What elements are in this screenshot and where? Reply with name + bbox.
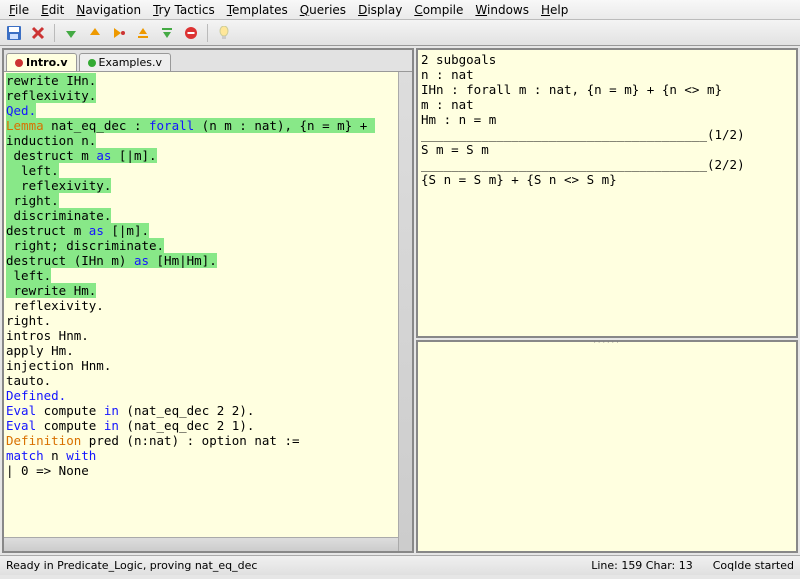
goto-icon[interactable] [109, 23, 129, 43]
goal-line: ______________________________________(2… [421, 157, 793, 172]
tab-label: Intro.v [26, 56, 68, 69]
code-line: injection Hnm. [6, 358, 396, 373]
toolbar-separator [54, 24, 55, 42]
menubar: FileEditNavigationTry TacticsTemplatesQu… [0, 0, 800, 20]
code-line: destruct (IHn m) as [Hm|Hm]. [6, 253, 396, 268]
code-line: discriminate. [6, 208, 396, 223]
tab-intro-v[interactable]: Intro.v [6, 53, 77, 71]
code-line: reflexivity. [6, 178, 396, 193]
code-line: tauto. [6, 373, 396, 388]
code-line: apply Hm. [6, 343, 396, 358]
hint-icon[interactable] [214, 23, 234, 43]
tab-bar: Intro.v Examples.v [4, 50, 412, 72]
menu-file[interactable]: File [4, 2, 34, 18]
code-line: destruct m as [|m]. [6, 223, 396, 238]
code-line: Eval compute in (nat_eq_dec 2 2). [6, 403, 396, 418]
menu-windows[interactable]: Windows [470, 2, 534, 18]
goal-line: {S n = S m} + {S n <> S m} [421, 172, 793, 187]
code-line: left. [6, 163, 396, 178]
status-message: Ready in Predicate_Logic, proving nat_eq… [6, 559, 591, 572]
status-bar: Ready in Predicate_Logic, proving nat_eq… [0, 555, 800, 575]
menu-navigation[interactable]: Navigation [71, 2, 146, 18]
code-line: Qed. [6, 103, 396, 118]
code-line: Defined. [6, 388, 396, 403]
code-line: Lemma nat_eq_dec : forall (n m : nat), {… [6, 118, 396, 133]
status-coq: CoqIde started [713, 559, 794, 572]
code-line: right. [6, 313, 396, 328]
goal-line: 2 subgoals [421, 52, 793, 67]
editor-pane: Intro.vExamples.v rewrite IHn.reflexivit… [2, 48, 414, 553]
message-pane[interactable]: ······ [416, 340, 798, 553]
stop-icon[interactable] [181, 23, 201, 43]
code-line: | 0 => None [6, 463, 396, 478]
step-forward-icon[interactable] [157, 23, 177, 43]
goal-line: Hm : n = m [421, 112, 793, 127]
code-line: rewrite IHn. [6, 73, 396, 88]
tab-label: Examples.v [99, 56, 162, 69]
code-line: destruct m as [|m]. [6, 148, 396, 163]
up-arrow-icon[interactable] [85, 23, 105, 43]
step-back-icon[interactable] [133, 23, 153, 43]
code-line: right. [6, 193, 396, 208]
vertical-scrollbar[interactable] [398, 72, 412, 551]
menu-try-tactics[interactable]: Try Tactics [148, 2, 220, 18]
tab-examples-v[interactable]: Examples.v [79, 53, 171, 71]
close-icon[interactable] [28, 23, 48, 43]
goal-line: n : nat [421, 67, 793, 82]
save-icon[interactable] [4, 23, 24, 43]
status-position: Line: 159 Char: 13 [591, 559, 693, 572]
goal-pane[interactable]: 2 subgoalsn : natIHn : forall m : nat, {… [416, 48, 798, 338]
tab-status-dot-icon [15, 59, 23, 67]
goal-line: m : nat [421, 97, 793, 112]
code-line: Definition pred (n:nat) : option nat := [6, 433, 396, 448]
toolbar-separator [207, 24, 208, 42]
code-line: right; discriminate. [6, 238, 396, 253]
right-pane: 2 subgoalsn : natIHn : forall m : nat, {… [416, 48, 798, 553]
code-line: Eval compute in (nat_eq_dec 2 1). [6, 418, 396, 433]
menu-display[interactable]: Display [353, 2, 407, 18]
code-line: match n with [6, 448, 396, 463]
tab-status-dot-icon [88, 59, 96, 67]
code-line: intros Hnm. [6, 328, 396, 343]
code-line: rewrite Hm. [6, 283, 396, 298]
toolbar [0, 20, 800, 46]
code-line: reflexivity. [6, 298, 396, 313]
goal-line: ______________________________________(1… [421, 127, 793, 142]
code-line: reflexivity. [6, 88, 396, 103]
down-arrow-icon[interactable] [61, 23, 81, 43]
menu-help[interactable]: Help [536, 2, 573, 18]
menu-compile[interactable]: Compile [409, 2, 468, 18]
goal-line: IHn : forall m : nat, {n = m} + {n <> m} [421, 82, 793, 97]
main-area: Intro.vExamples.v rewrite IHn.reflexivit… [0, 46, 800, 555]
goal-line: S m = S m [421, 142, 793, 157]
menu-edit[interactable]: Edit [36, 2, 69, 18]
pane-resize-handle-icon[interactable]: ······ [593, 338, 620, 347]
code-editor[interactable]: rewrite IHn.reflexivity.Qed.Lemma nat_eq… [4, 72, 398, 537]
code-line: left. [6, 268, 396, 283]
horizontal-scrollbar[interactable] [4, 537, 398, 551]
code-line: induction n. [6, 133, 396, 148]
menu-queries[interactable]: Queries [295, 2, 351, 18]
menu-templates[interactable]: Templates [222, 2, 293, 18]
